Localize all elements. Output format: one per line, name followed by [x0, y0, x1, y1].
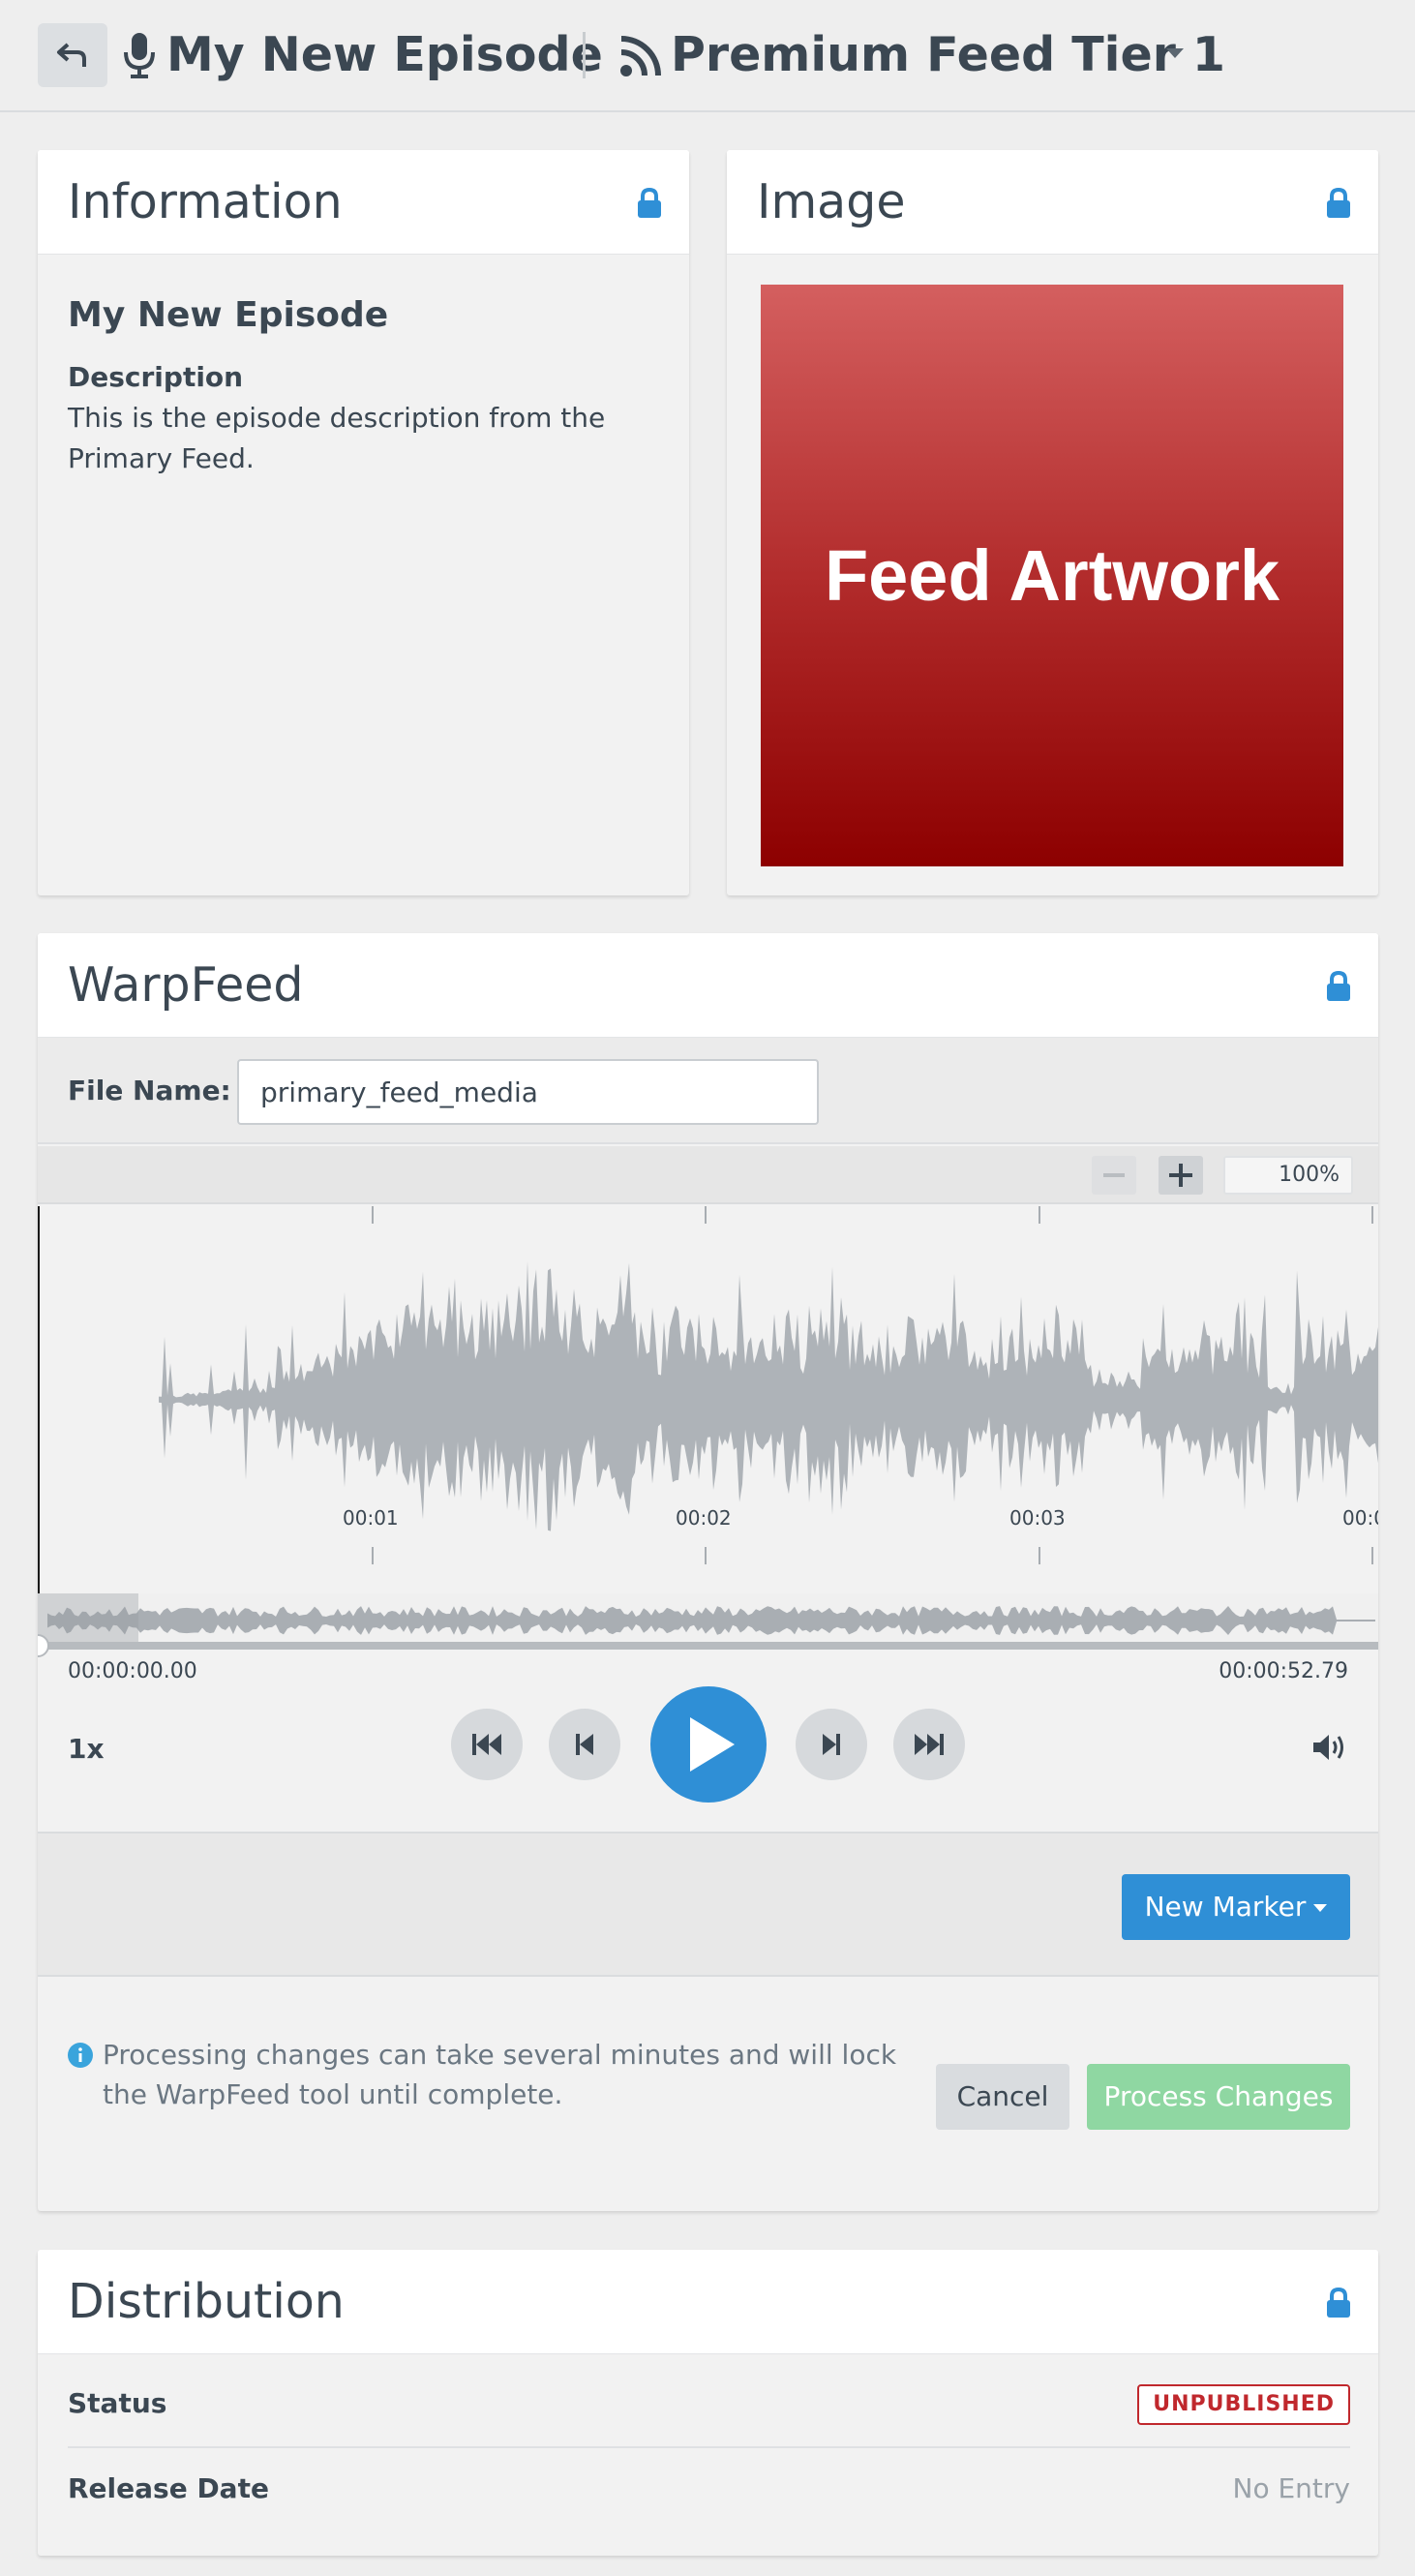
- timeline-label: 00:01: [343, 1506, 399, 1530]
- image-panel-header: Image: [727, 150, 1378, 255]
- playback-speed-button[interactable]: 1x: [68, 1733, 105, 1765]
- next-button[interactable]: [796, 1709, 867, 1780]
- new-marker-button[interactable]: New Marker: [1122, 1874, 1350, 1940]
- skip-to-end-button[interactable]: [893, 1709, 965, 1780]
- caret-down-icon: [1313, 1904, 1328, 1912]
- timeline-tick: [705, 1206, 707, 1224]
- status-label: Status: [68, 2387, 167, 2419]
- overview-waveform-shape: [47, 1606, 1375, 1635]
- information-panel: Information My New Episode Description T…: [38, 150, 689, 895]
- zoom-toolbar: 100%: [38, 1146, 1378, 1204]
- release-date-value: No Entry: [1232, 2472, 1350, 2504]
- image-panel: Image Feed Artwork: [727, 150, 1378, 895]
- next-icon: [823, 1734, 840, 1755]
- feed-selector[interactable]: Premium Feed Tier 1: [671, 23, 1225, 87]
- info-circle-icon: [68, 2043, 93, 2068]
- waveform-overview[interactable]: [38, 1593, 1378, 1648]
- timeline-tick: [1371, 1206, 1373, 1224]
- lock-icon: [1327, 187, 1350, 218]
- lock-icon: [1327, 970, 1350, 1001]
- timeline-tick: [1039, 1206, 1040, 1224]
- episode-name: My New Episode: [68, 295, 389, 335]
- overview-viewport[interactable]: [38, 1593, 138, 1648]
- timeline-label: 00:0: [1342, 1506, 1378, 1530]
- previous-icon: [576, 1734, 593, 1755]
- play-button[interactable]: [650, 1686, 767, 1803]
- release-date-label: Release Date: [68, 2472, 269, 2504]
- volume-icon[interactable]: [1313, 1732, 1348, 1763]
- status-row: Status UNPUBLISHED: [68, 2362, 1350, 2445]
- minus-icon: [1103, 1173, 1125, 1177]
- process-changes-button[interactable]: Process Changes: [1087, 2064, 1350, 2130]
- episode-title: My New Episode: [166, 27, 603, 82]
- timeline-label: 00:02: [676, 1506, 732, 1530]
- distribution-panel: Distribution Status UNPUBLISHED Release …: [38, 2250, 1378, 2556]
- file-name-row: File Name:: [38, 1038, 1378, 1144]
- warpfeed-panel: WarpFeed File Name: 100% 00:01 00:02 00:…: [38, 933, 1378, 2211]
- back-button[interactable]: [38, 23, 107, 87]
- timeline-label: 00:03: [1009, 1506, 1066, 1530]
- return-arrow-icon: [57, 43, 86, 67]
- previous-button[interactable]: [549, 1709, 620, 1780]
- artwork-text: Feed Artwork: [824, 535, 1280, 616]
- zoom-level-input[interactable]: 100%: [1223, 1156, 1353, 1195]
- current-time: 00:00:00.00: [68, 1659, 197, 1683]
- warpfeed-title: WarpFeed: [68, 957, 304, 1013]
- lock-icon: [638, 187, 661, 218]
- scrubber-track[interactable]: [38, 1642, 1378, 1650]
- waveform: [159, 1206, 1378, 1564]
- feed-artwork-image: Feed Artwork: [761, 285, 1343, 866]
- information-panel-header: Information: [38, 150, 689, 255]
- overview-waveform: [47, 1606, 1375, 1635]
- cancel-button[interactable]: Cancel: [936, 2064, 1069, 2130]
- header-divider: [583, 32, 586, 78]
- skip-to-end-icon: [915, 1734, 944, 1755]
- description-label: Description: [68, 361, 244, 393]
- image-title: Image: [757, 174, 906, 229]
- information-title: Information: [68, 174, 343, 229]
- rss-icon: [620, 36, 661, 76]
- warpfeed-panel-header: WarpFeed: [38, 933, 1378, 1038]
- microphone-icon: [124, 33, 155, 78]
- distribution-panel-header: Distribution: [38, 2250, 1378, 2354]
- skip-to-start-icon: [472, 1734, 501, 1755]
- play-icon: [690, 1717, 735, 1772]
- caret-down-icon[interactable]: [1166, 48, 1184, 58]
- timeline-tick: [372, 1547, 374, 1564]
- distribution-title: Distribution: [68, 2274, 345, 2329]
- timeline-tick: [372, 1206, 374, 1224]
- file-name-input[interactable]: [237, 1059, 819, 1125]
- timeline-tick: [1371, 1547, 1373, 1564]
- release-date-row: Release Date No Entry: [68, 2447, 1350, 2531]
- description-text: This is the episode description from the…: [68, 402, 606, 474]
- marker-toolbar: New Marker: [38, 1832, 1378, 1977]
- skip-to-start-button[interactable]: [451, 1709, 523, 1780]
- timeline-tick: [705, 1547, 707, 1564]
- waveform-shape: [159, 1260, 1378, 1531]
- waveform-display[interactable]: 00:01 00:02 00:03 00:0: [38, 1206, 1378, 1593]
- timeline-tick: [1039, 1547, 1040, 1564]
- lock-icon: [1327, 2287, 1350, 2318]
- playhead[interactable]: [38, 1206, 40, 1593]
- new-marker-label: New Marker: [1144, 1891, 1307, 1923]
- processing-note: Processing changes can take several minu…: [103, 2039, 897, 2110]
- episode-header: My New Episode Premium Feed Tier 1: [0, 0, 1415, 112]
- file-name-label: File Name:: [68, 1075, 231, 1106]
- plus-icon: [1169, 1164, 1192, 1187]
- zoom-in-button[interactable]: [1159, 1156, 1203, 1195]
- status-badge: UNPUBLISHED: [1137, 2384, 1350, 2425]
- zoom-out-button[interactable]: [1092, 1156, 1136, 1195]
- total-duration: 00:00:52.79: [1219, 1659, 1348, 1683]
